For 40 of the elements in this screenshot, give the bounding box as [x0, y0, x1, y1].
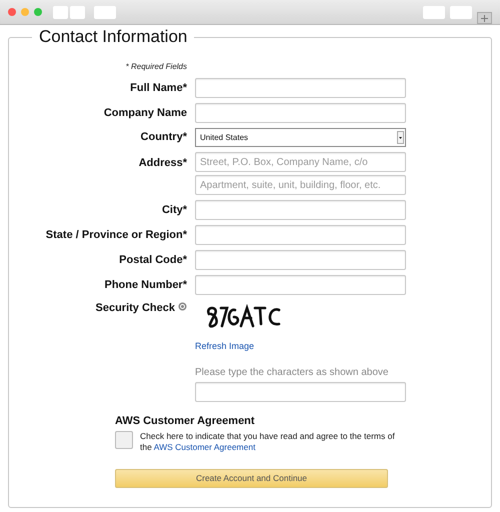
- address-field[interactable]: Apartment, suite, unit, building, floor, etc.: [195, 175, 406, 195]
- text-field[interactable]: [195, 275, 406, 295]
- plus-icon: [481, 14, 488, 22]
- toolbar-button[interactable]: [53, 6, 68, 18]
- text-field[interactable]: [195, 78, 406, 98]
- required-note: * Required Fields: [126, 61, 187, 73]
- toolbar-button[interactable]: [423, 6, 445, 18]
- help-icon[interactable]: [178, 302, 187, 311]
- refresh-image-link[interactable]: Refresh Image: [195, 340, 406, 354]
- field-label: Full Name*: [130, 80, 187, 96]
- text-field[interactable]: [195, 250, 406, 270]
- field-label: City*: [162, 202, 187, 218]
- country-select[interactable]: United States: [195, 128, 406, 147]
- agreement-checkbox[interactable]: [115, 431, 133, 449]
- text-field[interactable]: [195, 103, 406, 123]
- toolbar-button[interactable]: [70, 6, 85, 18]
- captcha-prompt: Please type the characters as shown above: [195, 366, 390, 380]
- field-label: Address*: [138, 156, 187, 171]
- toolbar-button[interactable]: [94, 6, 116, 18]
- create-account-button[interactable]: Create Account and Continue: [115, 469, 388, 488]
- field-label: Country*: [140, 130, 187, 146]
- agreement-text: Check here to indicate that you have read and agree to the terms of the AWS Customer Agreement: [140, 431, 396, 453]
- captcha-field[interactable]: [195, 382, 406, 402]
- toolbar-button[interactable]: [450, 6, 472, 18]
- field-label: Security Check: [96, 301, 175, 316]
- maximize-icon[interactable]: [34, 8, 42, 16]
- text-field[interactable]: [195, 225, 406, 245]
- minimize-icon[interactable]: [21, 8, 29, 16]
- text-field[interactable]: [195, 200, 406, 220]
- field-label: Phone Number*: [104, 278, 187, 293]
- close-icon[interactable]: [8, 8, 16, 16]
- field-label: Company Name: [104, 106, 187, 121]
- agreement-link[interactable]: AWS Customer Agreement: [154, 442, 256, 452]
- agreement-title: AWS Customer Agreement: [115, 414, 256, 428]
- field-label: Postal Code*: [119, 252, 187, 268]
- address-field[interactable]: Street, P.O. Box, Company Name, c/o: [195, 152, 406, 172]
- field-label: State / Province or Region*: [46, 228, 187, 243]
- dropdown-icon: [397, 131, 404, 144]
- form-legend: Contact Information: [32, 27, 194, 47]
- new-tab-button[interactable]: [477, 12, 492, 24]
